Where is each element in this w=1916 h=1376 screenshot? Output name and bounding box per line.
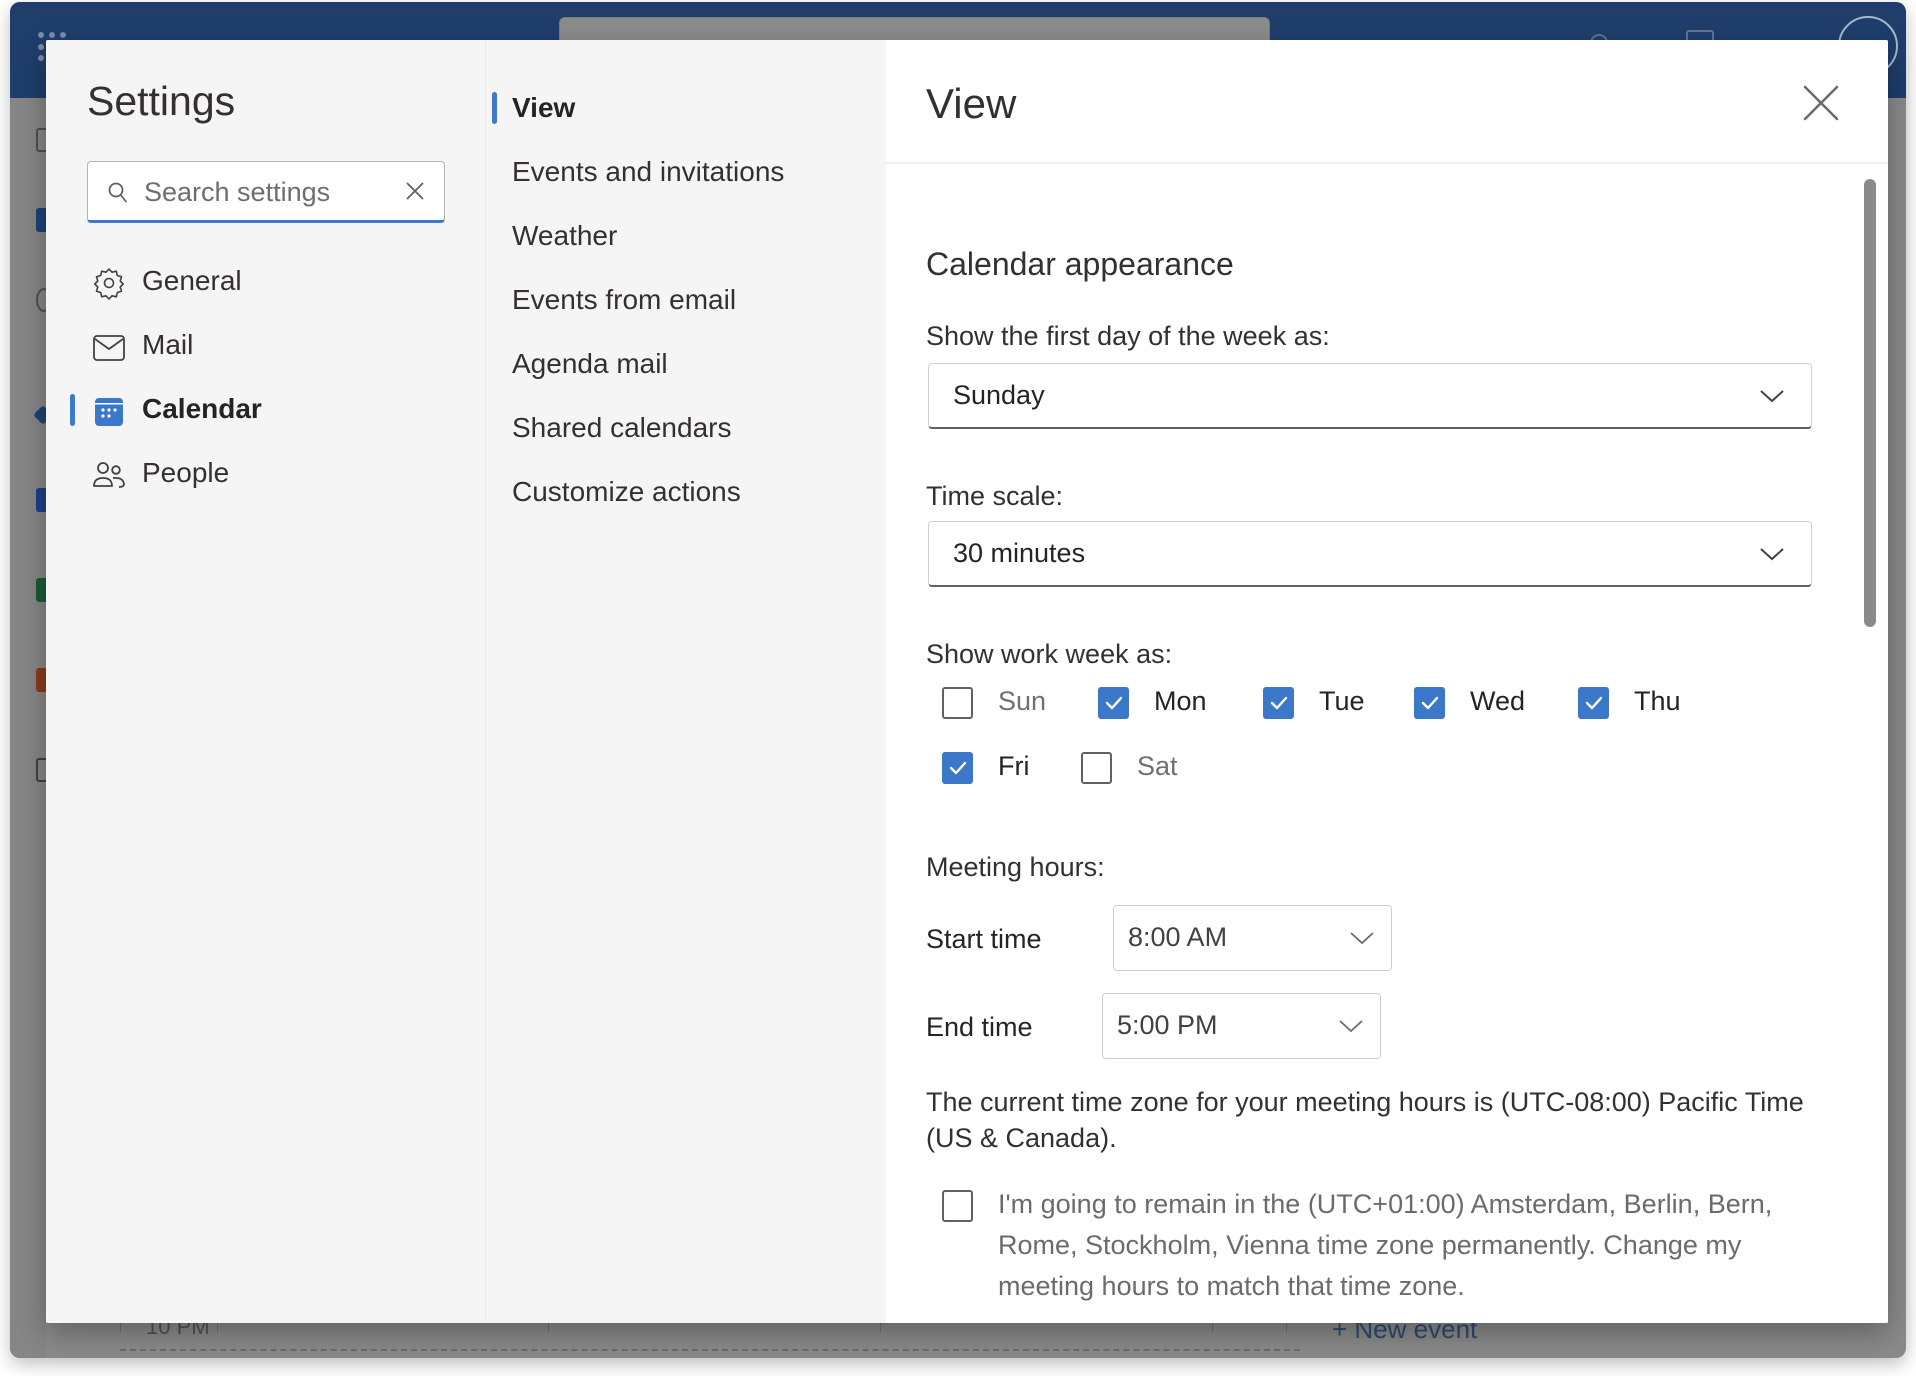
mail-icon (93, 335, 125, 361)
checkmark-icon (1105, 696, 1123, 710)
subcategory-view[interactable]: View (486, 82, 886, 134)
search-settings-box[interactable] (87, 161, 445, 223)
workday-label: Mon (1154, 686, 1207, 716)
chevron-down-icon (1760, 390, 1784, 403)
workday-label: Thu (1634, 686, 1681, 716)
subcategory-events-from-email[interactable]: Events from email (486, 274, 886, 326)
checkbox-box[interactable] (1098, 687, 1129, 719)
chevron-down-icon (1760, 548, 1784, 561)
content-title: View (926, 80, 1017, 127)
first-day-dropdown[interactable]: Sunday (928, 363, 1812, 429)
background-app-rail (10, 98, 53, 1358)
workday-label: Fri (998, 751, 1030, 781)
checkbox-box[interactable] (1263, 687, 1294, 719)
first-day-label: Show the first day of the week as: (926, 321, 1330, 351)
search-icon (108, 182, 127, 203)
close-icon (1803, 85, 1839, 121)
category-mail-label: Mail (142, 329, 194, 360)
workday-label: Wed (1470, 686, 1526, 716)
content-scroll-area: Calendar appearance Show the first day o… (886, 166, 1888, 1323)
end-time-label: End time (926, 1012, 1033, 1042)
subcategory-label: Weather (512, 220, 618, 251)
clear-search-icon[interactable] (404, 180, 426, 202)
checkmark-icon (1270, 696, 1288, 710)
calendar-icon (95, 398, 123, 426)
work-week-label: Show work week as: (926, 639, 1173, 669)
workday-label: Sun (998, 686, 1047, 716)
close-button[interactable] (1796, 78, 1846, 128)
gear-icon (94, 268, 124, 300)
category-calendar[interactable]: Calendar (70, 382, 450, 438)
checkbox-box[interactable] (1578, 687, 1609, 719)
time-scale-label: Time scale: (926, 481, 1064, 511)
settings-subcategories-pane: View Events and invitations Weather Even… (485, 40, 886, 1323)
first-day-value: Sunday (953, 380, 1045, 410)
time-scale-value: 30 minutes (953, 538, 1086, 568)
checkbox-box[interactable] (942, 752, 973, 784)
chevron-down-icon (1350, 932, 1374, 945)
time-scale-dropdown[interactable]: 30 minutes (928, 521, 1812, 587)
subcategory-label: Customize actions (512, 476, 741, 507)
subcategory-agenda-mail[interactable]: Agenda mail (486, 338, 886, 390)
workday-label: Tue (1319, 686, 1365, 716)
checkmark-icon (1585, 696, 1603, 710)
end-time-dropdown[interactable]: 5:00 PM (1102, 993, 1381, 1059)
subcategory-label: Agenda mail (512, 348, 668, 379)
people-icon (93, 462, 125, 488)
remain-in-timezone-label: I'm going to remain in the (UTC+01:00) A… (998, 1189, 1773, 1301)
category-calendar-label: Calendar (142, 393, 262, 424)
subcategory-label: Events from email (512, 284, 737, 315)
timezone-info-text: The current time zone for your meeting h… (926, 1087, 1804, 1153)
meeting-hours-label: Meeting hours: (926, 852, 1105, 882)
checkmark-icon (949, 761, 967, 775)
checkmark-icon (1421, 696, 1439, 710)
subcategory-label: Shared calendars (512, 412, 732, 443)
subcategory-events-and-invitations[interactable]: Events and invitations (486, 146, 886, 198)
category-people-label: People (142, 457, 230, 488)
subcategory-weather[interactable]: Weather (486, 210, 886, 262)
settings-content-pane: View Calendar appearance Show the first … (886, 40, 1888, 1323)
content-header: View (886, 40, 1888, 164)
subcategory-customize-actions[interactable]: Customize actions (486, 466, 886, 518)
workday-label: Sat (1137, 751, 1178, 781)
checkbox-box[interactable] (942, 1190, 973, 1222)
background-divider (120, 1349, 1300, 1351)
remain-in-timezone-checkbox[interactable]: I'm going to remain in the (UTC+01:00) A… (942, 1189, 1822, 1301)
category-people[interactable]: People (70, 446, 450, 502)
scrollbar-thumb[interactable] (1864, 179, 1876, 627)
category-general-label: General (142, 265, 242, 296)
section-heading-calendar-appearance: Calendar appearance (926, 246, 1234, 282)
subcategory-shared-calendars[interactable]: Shared calendars (486, 402, 886, 454)
selected-indicator (70, 394, 75, 426)
settings-title: Settings (87, 78, 236, 124)
checkbox-box[interactable] (942, 687, 973, 719)
checkbox-box[interactable] (1414, 687, 1445, 719)
start-time-value: 8:00 AM (1128, 922, 1228, 952)
selected-indicator (492, 92, 497, 124)
search-settings-input[interactable] (144, 172, 384, 212)
checkbox-box[interactable] (1081, 752, 1112, 784)
category-general[interactable]: General (70, 254, 450, 310)
start-time-label: Start time (926, 924, 1042, 954)
settings-categories-pane: Settings General Mail (46, 40, 485, 1323)
settings-dialog: Settings General Mail (46, 40, 1888, 1323)
subcategory-label: Events and invitations (512, 156, 785, 187)
subcategory-view-label: View (512, 92, 576, 123)
end-time-value: 5:00 PM (1117, 1010, 1218, 1040)
category-mail[interactable]: Mail (70, 318, 450, 374)
chevron-down-icon (1339, 1020, 1363, 1033)
start-time-dropdown[interactable]: 8:00 AM (1113, 905, 1392, 971)
